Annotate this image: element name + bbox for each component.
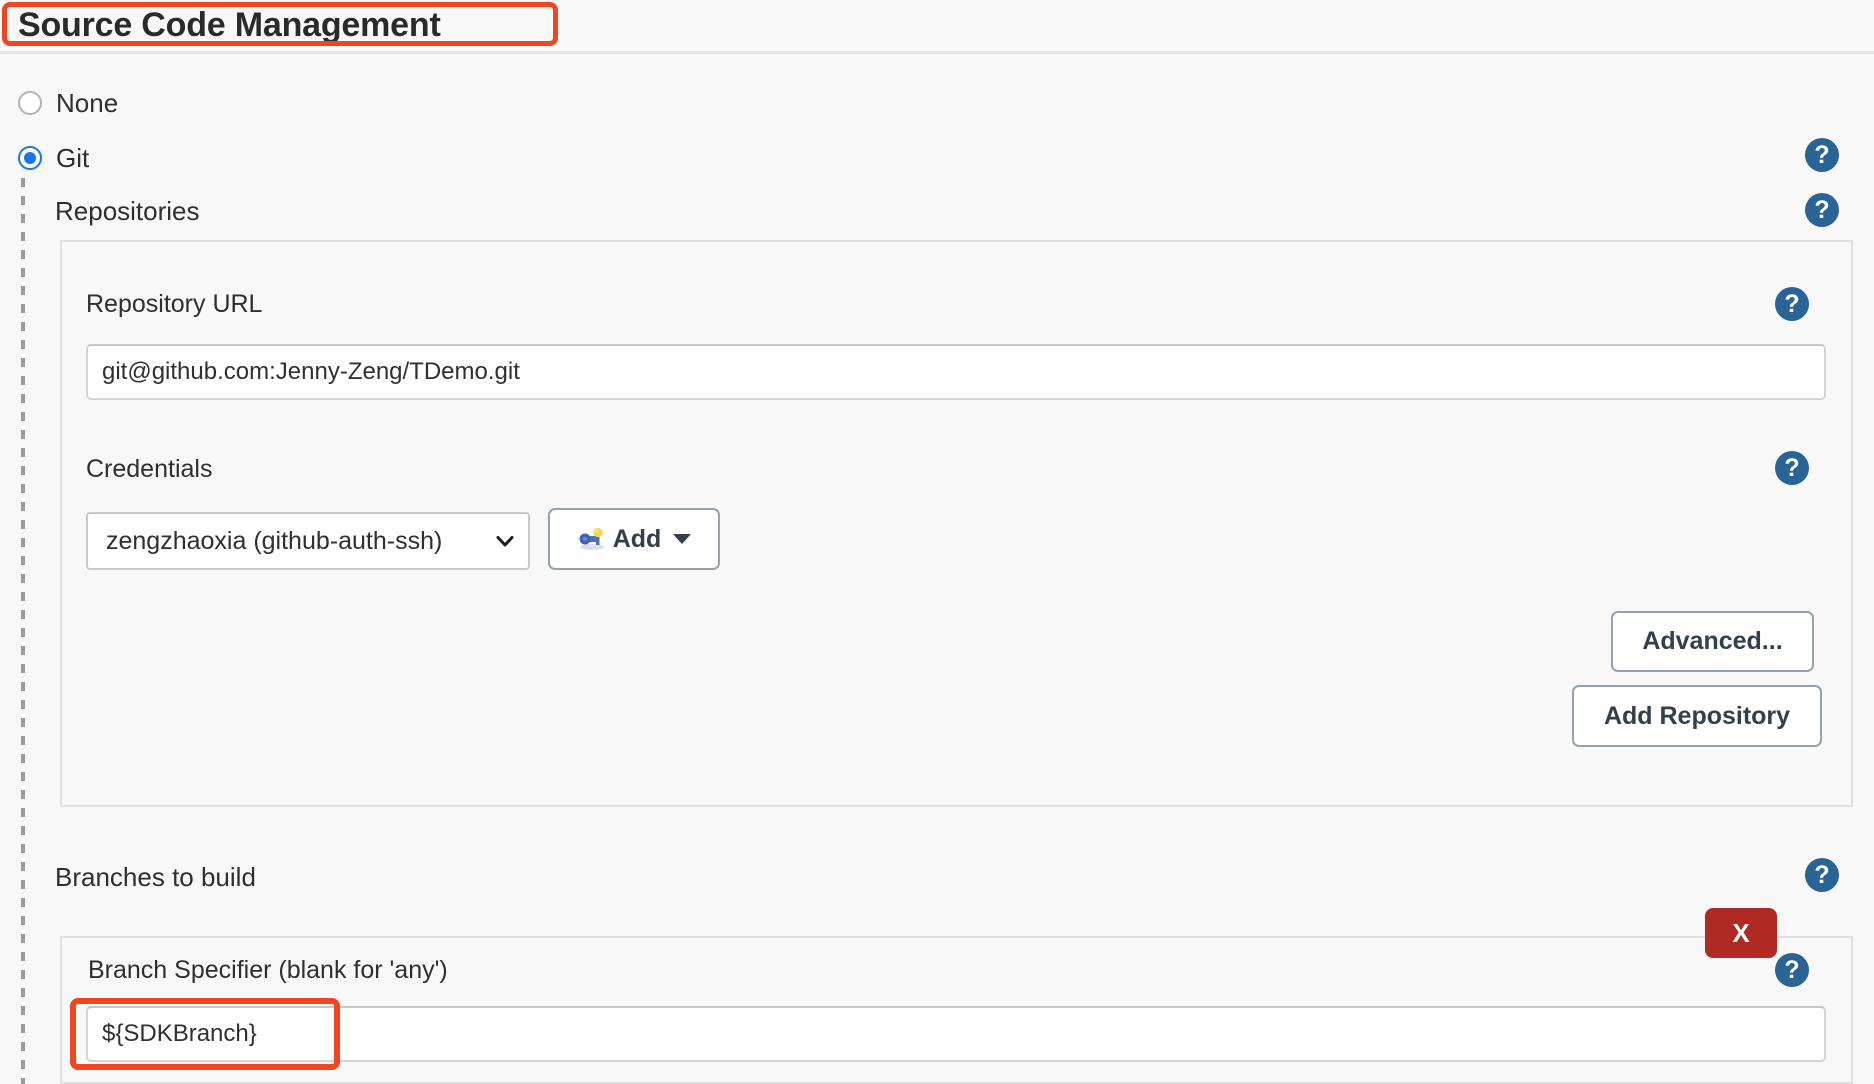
radio-none-icon[interactable] (18, 91, 42, 115)
key-icon (577, 527, 607, 551)
repositories-group-label: Repositories (55, 196, 200, 226)
header-divider (0, 51, 1874, 54)
branch-specifier-label: Branch Specifier (blank for 'any') (88, 956, 448, 984)
page-title: Source Code Management (18, 6, 441, 44)
add-repository-button[interactable]: Add Repository (1572, 685, 1822, 747)
scm-option-git-label: Git (56, 143, 90, 173)
branches-group-label: Branches to build (55, 862, 256, 892)
advanced-button-label: Advanced... (1642, 627, 1783, 655)
scm-option-git[interactable]: Git (18, 143, 89, 173)
repository-url-input[interactable] (86, 344, 1826, 400)
add-credentials-button[interactable]: Add (548, 508, 720, 570)
help-icon-branch-specifier[interactable]: ? (1775, 953, 1809, 987)
scm-option-none[interactable]: None (18, 88, 118, 118)
page-header: Source Code Management (0, 0, 1874, 58)
help-icon-credentials[interactable]: ? (1775, 451, 1809, 485)
delete-branch-button[interactable]: X (1705, 908, 1777, 958)
advanced-button[interactable]: Advanced... (1611, 611, 1814, 672)
help-icon-repositories[interactable]: ? (1805, 193, 1839, 227)
help-icon-git[interactable]: ? (1805, 138, 1839, 172)
credentials-select[interactable]: zengzhaoxia (github-auth-ssh) (86, 512, 530, 570)
branch-specifier-input[interactable] (86, 1006, 1826, 1062)
radio-git-icon[interactable] (18, 146, 42, 170)
help-icon-repository-url[interactable]: ? (1775, 287, 1809, 321)
scm-option-none-label: None (56, 88, 119, 118)
credentials-label: Credentials (86, 455, 213, 483)
git-section-guide-rail (21, 178, 25, 1084)
add-credentials-button-label: Add (612, 524, 662, 553)
repository-url-label: Repository URL (86, 290, 263, 318)
add-repository-button-label: Add Repository (1603, 701, 1791, 730)
help-icon-branches[interactable]: ? (1805, 858, 1839, 892)
chevron-down-icon (494, 530, 516, 552)
credentials-select-value: zengzhaoxia (github-auth-ssh) (106, 526, 443, 555)
caret-down-icon (673, 534, 692, 544)
